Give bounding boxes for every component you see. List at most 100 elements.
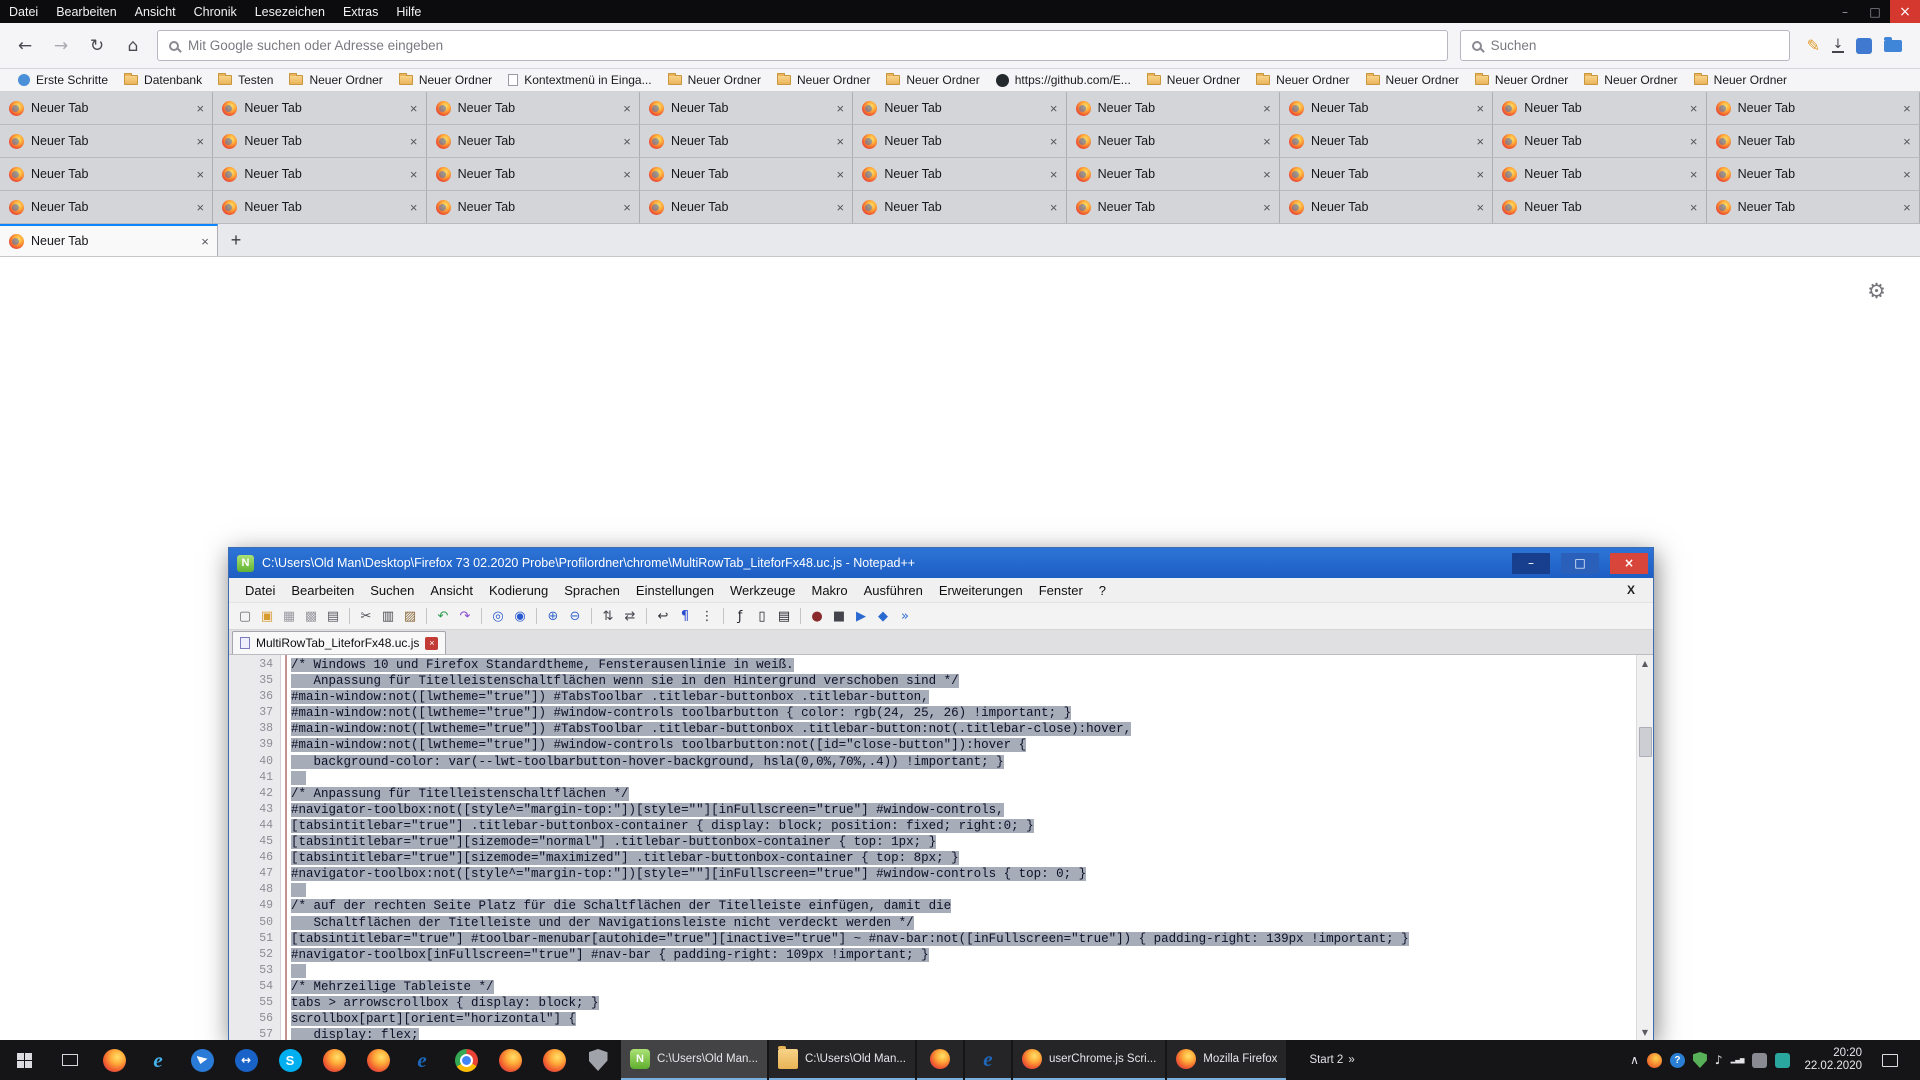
bookmark-item[interactable]: Datenbank xyxy=(116,69,210,91)
browser-tab[interactable]: Neuer Tab× xyxy=(1280,191,1493,223)
tab-close-icon[interactable]: × xyxy=(1897,167,1917,182)
taskbar-window-button[interactable]: C:\Users\Old Man... xyxy=(621,1040,767,1080)
document-map-icon[interactable]: ▯ xyxy=(752,606,772,626)
sync-horizontal-icon[interactable]: ⇄ xyxy=(620,606,640,626)
home-button[interactable]: ⌂ xyxy=(116,29,150,63)
tab-close-icon[interactable]: × xyxy=(1470,134,1490,149)
taskbar-thunderbird-icon[interactable] xyxy=(180,1040,224,1080)
browser-tab[interactable]: Neuer Tab× xyxy=(1067,191,1280,223)
taskbar-firefox-icon-2[interactable] xyxy=(312,1040,356,1080)
browser-tab[interactable]: Neuer Tab× xyxy=(1707,92,1920,124)
document-switcher-icon[interactable]: ▤ xyxy=(774,606,794,626)
taskbar-window-button[interactable] xyxy=(917,1040,963,1080)
tab-close-icon[interactable]: × xyxy=(1257,167,1277,182)
npp-maximize-button[interactable]: □ xyxy=(1561,553,1599,574)
settings-gear-icon[interactable]: ⚙ xyxy=(1867,279,1886,303)
menubar-item-bearbeiten[interactable]: Bearbeiten xyxy=(47,0,125,23)
search-bar[interactable]: Suchen xyxy=(1460,30,1790,61)
browser-tab[interactable]: Neuer Tab× xyxy=(213,92,426,124)
npp-menu-fenster[interactable]: Fenster xyxy=(1031,583,1091,598)
find-icon[interactable]: ◎ xyxy=(488,606,508,626)
tab-close-icon[interactable]: × xyxy=(1470,167,1490,182)
npp-doc-close-x[interactable]: X xyxy=(1617,583,1645,597)
bookmark-item[interactable]: Neuer Ordner xyxy=(1686,69,1795,91)
tab-close-icon[interactable]: × xyxy=(404,134,424,149)
menubar-item-extras[interactable]: Extras xyxy=(334,0,387,23)
npp-close-button[interactable]: × xyxy=(1610,553,1648,574)
start-button[interactable] xyxy=(0,1040,48,1080)
browser-tab[interactable]: Neuer Tab× xyxy=(1707,125,1920,157)
taskbar-chrome-icon[interactable] xyxy=(444,1040,488,1080)
word-wrap-icon[interactable]: ↩ xyxy=(653,606,673,626)
tab-close-icon[interactable]: × xyxy=(1897,101,1917,116)
tab-close-icon[interactable]: × xyxy=(1684,134,1704,149)
redo-icon[interactable]: ↷ xyxy=(455,606,475,626)
tab-close-icon[interactable]: × xyxy=(1684,167,1704,182)
browser-tab[interactable]: Neuer Tab× xyxy=(1280,125,1493,157)
cut-icon[interactable]: ✂ xyxy=(356,606,376,626)
copy-icon[interactable]: ▥ xyxy=(378,606,398,626)
tab-close-icon[interactable]: × xyxy=(617,167,637,182)
back-button[interactable]: ← xyxy=(8,29,42,63)
npp-menu-kodierung[interactable]: Kodierung xyxy=(481,583,556,598)
save-all-icon[interactable]: ▩ xyxy=(301,606,321,626)
npp-menu-ansicht[interactable]: Ansicht xyxy=(422,583,481,598)
browser-tab[interactable]: Neuer Tab× xyxy=(213,125,426,157)
browser-tab[interactable]: Neuer Tab× xyxy=(1280,92,1493,124)
editor-scrollbar[interactable]: ▲ ▼ xyxy=(1636,655,1653,1040)
tab-close-icon[interactable]: × xyxy=(190,134,210,149)
tray-message-icon[interactable] xyxy=(1775,1053,1790,1068)
tab-close-icon[interactable]: × xyxy=(190,101,210,116)
taskbar-window-button[interactable]: C:\Users\Old Man... xyxy=(769,1040,915,1080)
browser-tab[interactable]: Neuer Tab× xyxy=(0,125,213,157)
bookmark-item[interactable]: Neuer Ordner xyxy=(660,69,769,91)
browser-tab[interactable]: Neuer Tab× xyxy=(640,92,853,124)
menubar-item-hilfe[interactable]: Hilfe xyxy=(387,0,430,23)
reload-button[interactable]: ↻ xyxy=(80,29,114,63)
print-icon[interactable]: ▤ xyxy=(323,606,343,626)
new-file-icon[interactable]: ▢ xyxy=(235,606,255,626)
bookmark-item[interactable]: Neuer Ordner xyxy=(281,69,390,91)
taskbar-teamviewer-icon[interactable] xyxy=(224,1040,268,1080)
stop-macro-icon[interactable]: ■ xyxy=(829,606,849,626)
taskbar-skype-icon[interactable] xyxy=(268,1040,312,1080)
tab-close-icon[interactable]: × xyxy=(190,200,210,215)
tray-audio-icon[interactable]: ♪ xyxy=(1715,1053,1723,1067)
library-folder-icon[interactable] xyxy=(1884,40,1902,52)
bookmark-item[interactable]: Neuer Ordner xyxy=(1248,69,1357,91)
bookmark-item[interactable]: Neuer Ordner xyxy=(1358,69,1467,91)
taskbar-firefox-icon-5[interactable] xyxy=(532,1040,576,1080)
extension-icon[interactable] xyxy=(1856,38,1872,54)
tab-close-icon[interactable]: × xyxy=(1470,200,1490,215)
bookmark-item[interactable]: Erste Schritte xyxy=(10,69,116,91)
tab-close-icon[interactable]: × xyxy=(830,101,850,116)
tab-close-icon[interactable]: × xyxy=(830,200,850,215)
tab-close-icon[interactable]: × xyxy=(1897,200,1917,215)
code-area[interactable]: /* Windows 10 und Firefox Standardtheme,… xyxy=(287,655,1636,1040)
browser-tab[interactable]: Neuer Tab× xyxy=(0,224,218,256)
show-all-characters-icon[interactable]: ¶ xyxy=(675,606,695,626)
tab-close-icon[interactable]: × xyxy=(617,200,637,215)
task-view-button[interactable] xyxy=(48,1040,92,1080)
browser-tab[interactable]: Neuer Tab× xyxy=(1067,92,1280,124)
browser-tab[interactable]: Neuer Tab× xyxy=(853,191,1066,223)
tab-close-icon[interactable]: × xyxy=(1044,167,1064,182)
npp-menu-?[interactable]: ? xyxy=(1091,583,1114,598)
npp-menu-makro[interactable]: Makro xyxy=(804,583,856,598)
sync-vertical-icon[interactable]: ⇅ xyxy=(598,606,618,626)
bookmark-item[interactable]: Neuer Ordner xyxy=(1576,69,1685,91)
tab-close-icon[interactable]: × xyxy=(404,200,424,215)
taskbar-window-button[interactable] xyxy=(965,1040,1011,1080)
bookmark-item[interactable]: Neuer Ordner xyxy=(769,69,878,91)
tray-defender-icon[interactable] xyxy=(1693,1052,1707,1068)
npp-menu-datei[interactable]: Datei xyxy=(237,583,283,598)
npp-menu-erweiterungen[interactable]: Erweiterungen xyxy=(931,583,1031,598)
minimize-button[interactable]: – xyxy=(1830,0,1860,23)
menubar-item-chronik[interactable]: Chronik xyxy=(185,0,246,23)
forward-button[interactable]: → xyxy=(44,29,78,63)
tab-close-icon[interactable]: × xyxy=(1044,101,1064,116)
npp-document-tab[interactable]: MultiRowTab_LiteforFx48.uc.js × xyxy=(232,631,446,654)
tab-close-icon[interactable]: × xyxy=(1257,134,1277,149)
browser-tab[interactable]: Neuer Tab× xyxy=(1707,158,1920,190)
browser-tab[interactable]: Neuer Tab× xyxy=(427,92,640,124)
